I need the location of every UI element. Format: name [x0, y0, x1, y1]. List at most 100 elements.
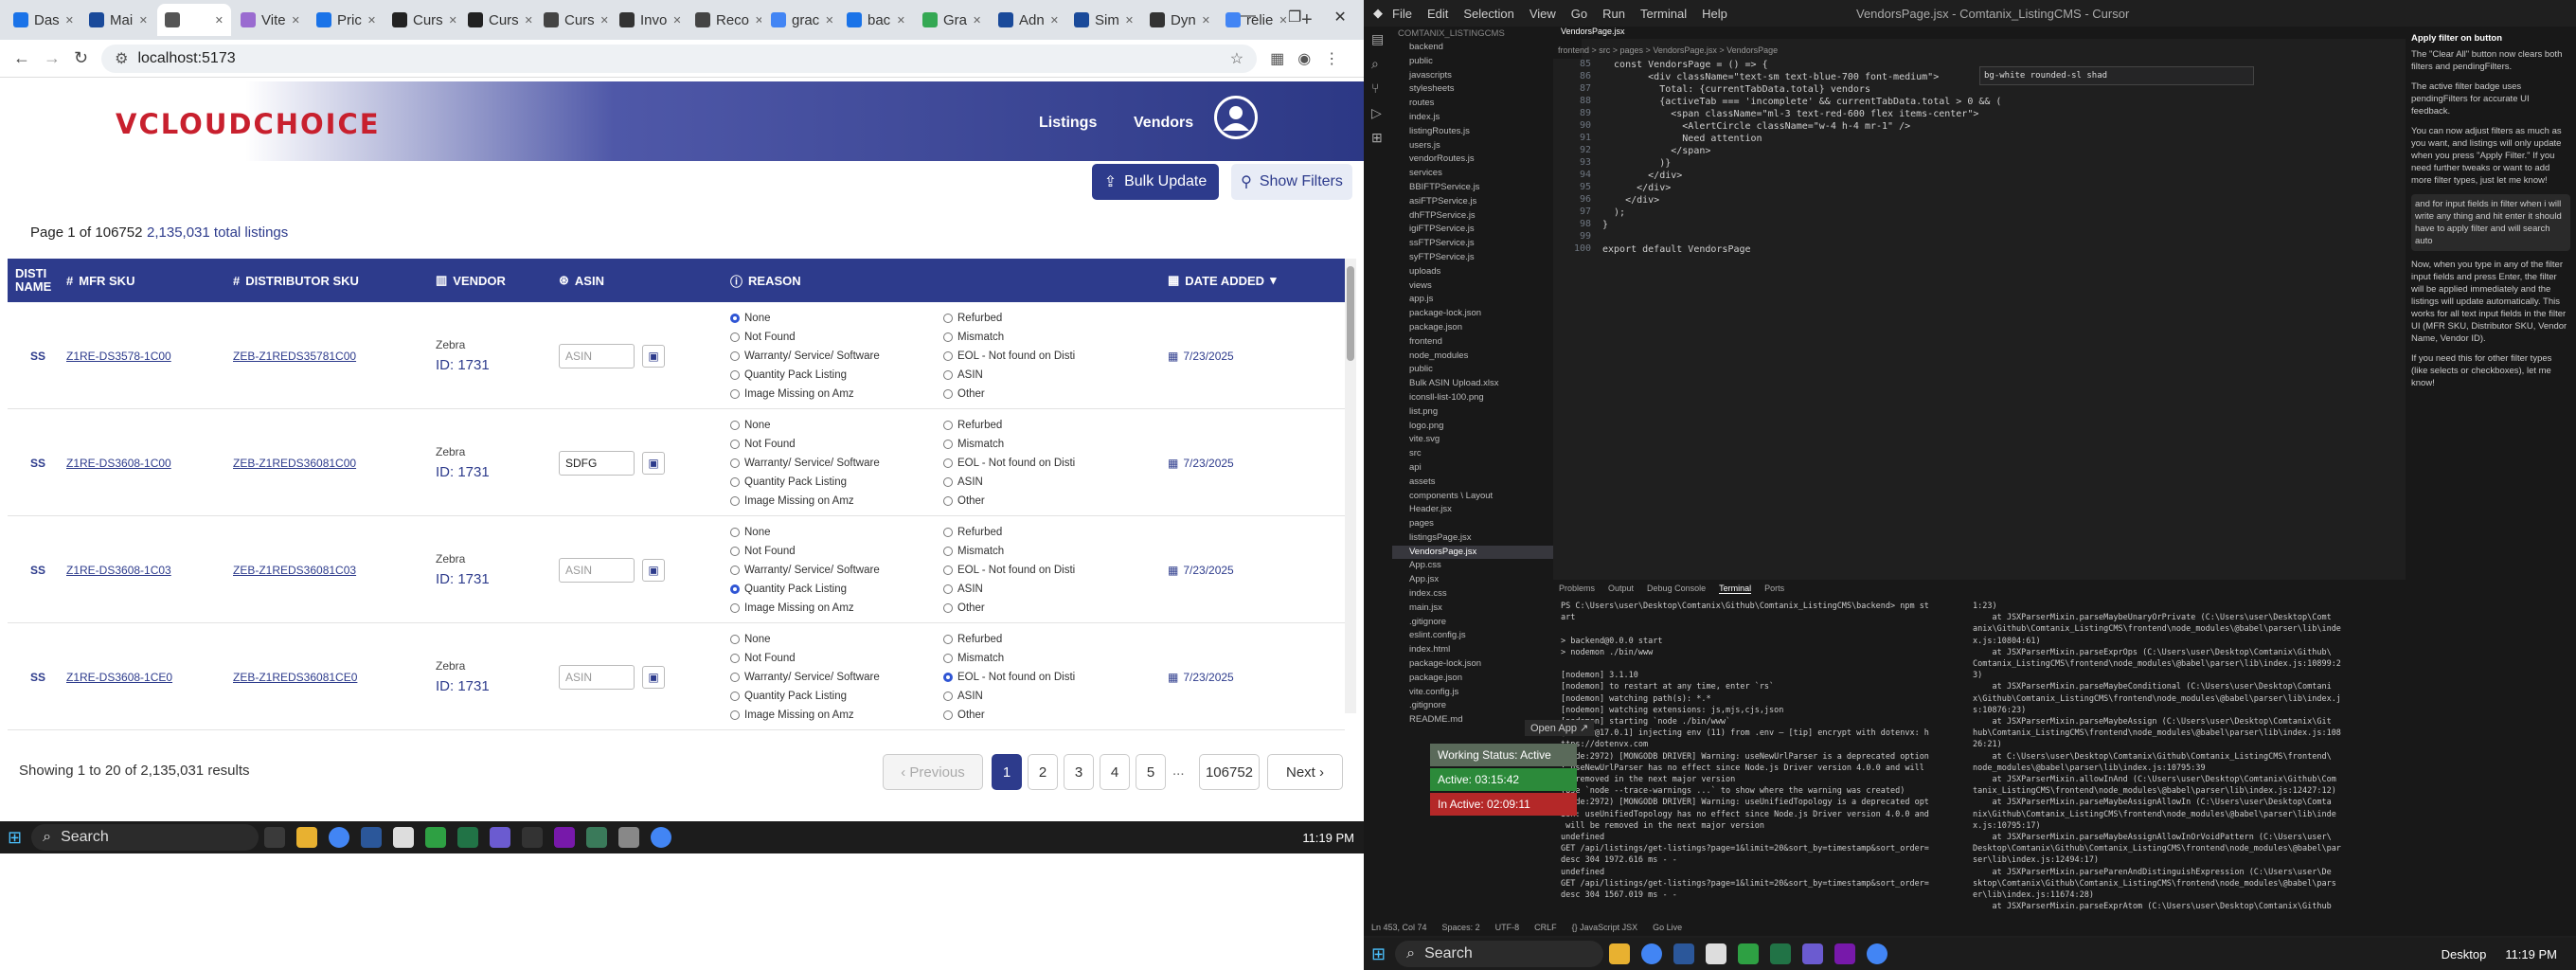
reload-icon[interactable]: ↻: [74, 48, 88, 68]
table-scrollbar[interactable]: [1345, 259, 1356, 713]
distributor-sku-link[interactable]: ZEB-Z1REDS36081C03: [233, 564, 356, 577]
tab-close-icon[interactable]: ✕: [449, 14, 457, 27]
reason-radio[interactable]: None: [730, 523, 771, 542]
windows-start-icon[interactable]: ⊞: [1371, 944, 1386, 964]
bulk-update-button[interactable]: ⇪ Bulk Update: [1092, 164, 1219, 200]
maximize-icon[interactable]: ❐: [1288, 8, 1301, 27]
close-icon[interactable]: ✕: [1333, 8, 1346, 27]
reason-radio[interactable]: Mismatch: [943, 328, 1004, 347]
source-control-icon[interactable]: ⑂: [1371, 76, 1392, 100]
radio-button[interactable]: [943, 351, 953, 361]
radio-button[interactable]: [943, 458, 953, 468]
reason-radio[interactable]: Mismatch: [943, 542, 1004, 561]
excel-icon[interactable]: [1770, 943, 1792, 964]
panel-tab[interactable]: Terminal: [1719, 584, 1752, 594]
app-icon[interactable]: [618, 827, 640, 848]
explorer-icon[interactable]: ▤: [1371, 27, 1392, 51]
radio-button[interactable]: [730, 314, 740, 323]
radio-button[interactable]: [730, 477, 740, 487]
chrome-icon[interactable]: [1641, 943, 1663, 964]
reason-radio[interactable]: Warranty/ Service/ Software: [730, 668, 880, 687]
radio-button[interactable]: [943, 528, 953, 537]
menu-item[interactable]: Selection: [1463, 7, 1513, 21]
reason-radio[interactable]: ASIN: [943, 580, 983, 599]
reason-radio[interactable]: None: [730, 630, 771, 649]
radio-button[interactable]: [730, 458, 740, 468]
browser-tab[interactable]: ✕: [157, 4, 231, 36]
status-item[interactable]: UTF-8: [1495, 923, 1520, 932]
radio-button[interactable]: [943, 566, 953, 575]
status-item[interactable]: Go Live: [1653, 923, 1682, 932]
reason-radio[interactable]: Quantity Pack Listing: [730, 366, 847, 385]
reason-radio[interactable]: Image Missing on Amz: [730, 492, 854, 511]
browser-tab[interactable]: Pric ✕: [309, 4, 383, 36]
page-3-button[interactable]: 3: [1064, 754, 1094, 790]
tab-close-icon[interactable]: ✕: [600, 14, 609, 27]
chrome-icon[interactable]: [651, 827, 672, 848]
page-2-button[interactable]: 2: [1028, 754, 1058, 790]
site-info-icon[interactable]: ⚙: [115, 49, 128, 68]
menu-item[interactable]: View: [1530, 7, 1556, 21]
app-icon[interactable]: [1673, 943, 1695, 964]
asin-input[interactable]: SDFG: [559, 451, 635, 476]
col-disti-name[interactable]: DISTI NAME: [15, 259, 63, 302]
reason-radio[interactable]: Refurbed: [943, 523, 1002, 542]
browser-tab[interactable]: Reco ✕: [688, 4, 761, 36]
tab-close-icon[interactable]: ✕: [292, 14, 300, 27]
page-5-button[interactable]: 5: [1136, 754, 1166, 790]
reason-radio[interactable]: EOL - Not found on Disti: [943, 561, 1075, 580]
reason-radio[interactable]: Image Missing on Amz: [730, 385, 854, 404]
status-item[interactable]: Spaces: 2: [1442, 923, 1480, 932]
tab-close-icon[interactable]: ✕: [973, 14, 981, 27]
browser-tab[interactable]: Mai ✕: [81, 4, 155, 36]
panel-tab[interactable]: Problems: [1559, 584, 1595, 594]
radio-button[interactable]: [943, 673, 953, 682]
mfr-sku-link[interactable]: Z1RE-DS3608-1CE0: [66, 671, 172, 684]
status-item[interactable]: {} JavaScript JSX: [1572, 923, 1638, 932]
radio-button[interactable]: [730, 547, 740, 556]
reason-radio[interactable]: Other: [943, 706, 985, 725]
cursor-icon[interactable]: [522, 827, 544, 848]
radio-button[interactable]: [730, 496, 740, 506]
save-icon[interactable]: ▣: [642, 345, 665, 368]
reason-radio[interactable]: Image Missing on Amz: [730, 599, 854, 618]
radio-button[interactable]: [943, 314, 953, 323]
distributor-sku-link[interactable]: ZEB-Z1REDS35781C00: [233, 350, 356, 363]
col-date-added[interactable]: ▦ DATE ADDED ▾: [1168, 259, 1277, 302]
radio-button[interactable]: [943, 421, 953, 430]
reason-radio[interactable]: Warranty/ Service/ Software: [730, 454, 880, 473]
next-button[interactable]: Next ›: [1267, 754, 1343, 790]
reason-radio[interactable]: Quantity Pack Listing: [730, 473, 847, 492]
bookmark-star-icon[interactable]: ☆: [1230, 49, 1243, 68]
show-filters-button[interactable]: ⚲ Show Filters: [1231, 164, 1352, 200]
mfr-sku-link[interactable]: Z1RE-DS3608-1C00: [66, 457, 171, 470]
tab-close-icon[interactable]: ✕: [897, 14, 905, 27]
taskbar-search[interactable]: ⌕ Search: [31, 824, 259, 851]
asin-input[interactable]: ASIN: [559, 665, 635, 690]
radio-button[interactable]: [943, 496, 953, 506]
clock[interactable]: 11:19 PM: [2505, 947, 2557, 961]
status-item[interactable]: CRLF: [1534, 923, 1557, 932]
tab-close-icon[interactable]: ✕: [1125, 14, 1134, 27]
reason-radio[interactable]: Other: [943, 599, 985, 618]
tab-close-icon[interactable]: ✕: [139, 14, 148, 27]
reason-radio[interactable]: Quantity Pack Listing: [730, 580, 847, 599]
nav-listings[interactable]: Listings: [1039, 115, 1097, 132]
asin-input[interactable]: ASIN: [559, 344, 635, 368]
browser-tab[interactable]: Dyn ✕: [1142, 4, 1216, 36]
radio-button[interactable]: [943, 477, 953, 487]
app-icon[interactable]: [1802, 943, 1824, 964]
col-asin[interactable]: ⊛ ASIN: [559, 259, 604, 302]
reason-radio[interactable]: EOL - Not found on Disti: [943, 347, 1075, 366]
file-explorer-icon[interactable]: [296, 827, 318, 848]
radio-button[interactable]: [943, 710, 953, 720]
radio-button[interactable]: [730, 566, 740, 575]
reason-radio[interactable]: EOL - Not found on Disti: [943, 454, 1075, 473]
browser-tab[interactable]: Curs ✕: [536, 4, 610, 36]
reason-radio[interactable]: Refurbed: [943, 630, 1002, 649]
radio-button[interactable]: [730, 528, 740, 537]
reason-radio[interactable]: ASIN: [943, 366, 983, 385]
extensions-icon[interactable]: ⊞: [1371, 125, 1392, 150]
col-distributor-sku[interactable]: # DISTRIBUTOR SKU: [233, 259, 359, 302]
menu-icon[interactable]: ⋮: [1324, 49, 1339, 68]
